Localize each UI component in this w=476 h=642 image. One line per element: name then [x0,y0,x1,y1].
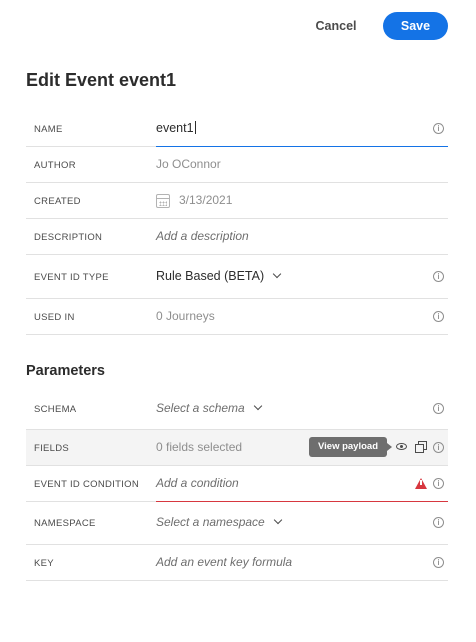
name-value: event1 [156,121,194,135]
fields-label: FIELDS [34,443,70,454]
eye-icon[interactable] [396,443,407,450]
namespace-placeholder: Select a namespace [156,515,265,529]
chevron-down-icon [253,401,262,411]
event-id-type-select[interactable]: Rule Based (BETA) [156,269,282,283]
used-in-row: USED IN 0 Journeys i [26,299,448,335]
save-button[interactable]: Save [383,12,448,40]
key-input[interactable]: Add an event key formula [156,555,292,569]
namespace-select[interactable]: Select a namespace [156,515,282,529]
event-id-condition-label: EVENT ID CONDITION [34,479,139,490]
namespace-row: NAMESPACE Select a namespace i [26,502,448,545]
description-row: DESCRIPTION Add a description [26,219,448,255]
namespace-label: NAMESPACE [34,518,96,529]
cancel-button[interactable]: Cancel [304,12,368,40]
schema-select[interactable]: Select a schema [156,401,262,415]
page-title: Edit Event event1 [26,70,177,90]
fields-row: FIELDS 0 fields selected View payload i [26,430,448,466]
calendar-icon [156,194,170,208]
key-label: KEY [34,558,54,569]
description-input[interactable]: Add a description [156,229,249,243]
info-icon[interactable]: i [433,442,444,453]
used-in-value: 0 Journeys [156,309,215,323]
schema-placeholder: Select a schema [156,401,245,415]
info-icon[interactable]: i [433,557,444,568]
action-bar: Cancel Save [0,0,476,52]
event-id-type-row: EVENT ID TYPE Rule Based (BETA) i [26,255,448,299]
fields-value: 0 fields selected [156,440,243,454]
name-input[interactable]: event1 [156,121,196,135]
created-row: CREATED 3/13/2021 [26,183,448,219]
author-label: AUTHOR [34,160,76,171]
chevron-down-icon [272,269,282,279]
alert-icon [415,478,427,489]
info-icon[interactable]: i [433,123,444,134]
created-label: CREATED [34,196,81,207]
info-icon[interactable]: i [433,517,444,528]
info-icon[interactable]: i [433,311,444,322]
created-value: 3/13/2021 [179,193,233,207]
description-label: DESCRIPTION [34,232,103,243]
author-value: Jo OConnor [156,157,221,171]
author-row: AUTHOR Jo OConnor [26,147,448,183]
name-row: NAME event1 i [26,110,448,147]
used-in-label: USED IN [34,312,75,323]
key-row: KEY Add an event key formula i [26,545,448,581]
event-id-type-value: Rule Based (BETA) [156,269,265,283]
parameters-heading: Parameters [26,363,105,379]
name-label: NAME [34,124,63,135]
schema-label: SCHEMA [34,404,77,415]
info-icon[interactable]: i [433,478,444,489]
event-id-type-label: EVENT ID TYPE [34,272,109,283]
alert-mark [420,480,422,485]
view-payload-tooltip: View payload [309,437,392,457]
event-id-condition-input[interactable]: Add a condition [156,476,239,490]
chevron-down-icon [273,515,282,525]
copy-icon[interactable] [415,441,427,453]
info-icon[interactable]: i [433,271,444,282]
text-caret [194,121,196,134]
schema-row: SCHEMA Select a schema i [26,389,448,430]
event-id-condition-row: EVENT ID CONDITION Add a condition i [26,466,448,502]
info-icon[interactable]: i [433,403,444,414]
